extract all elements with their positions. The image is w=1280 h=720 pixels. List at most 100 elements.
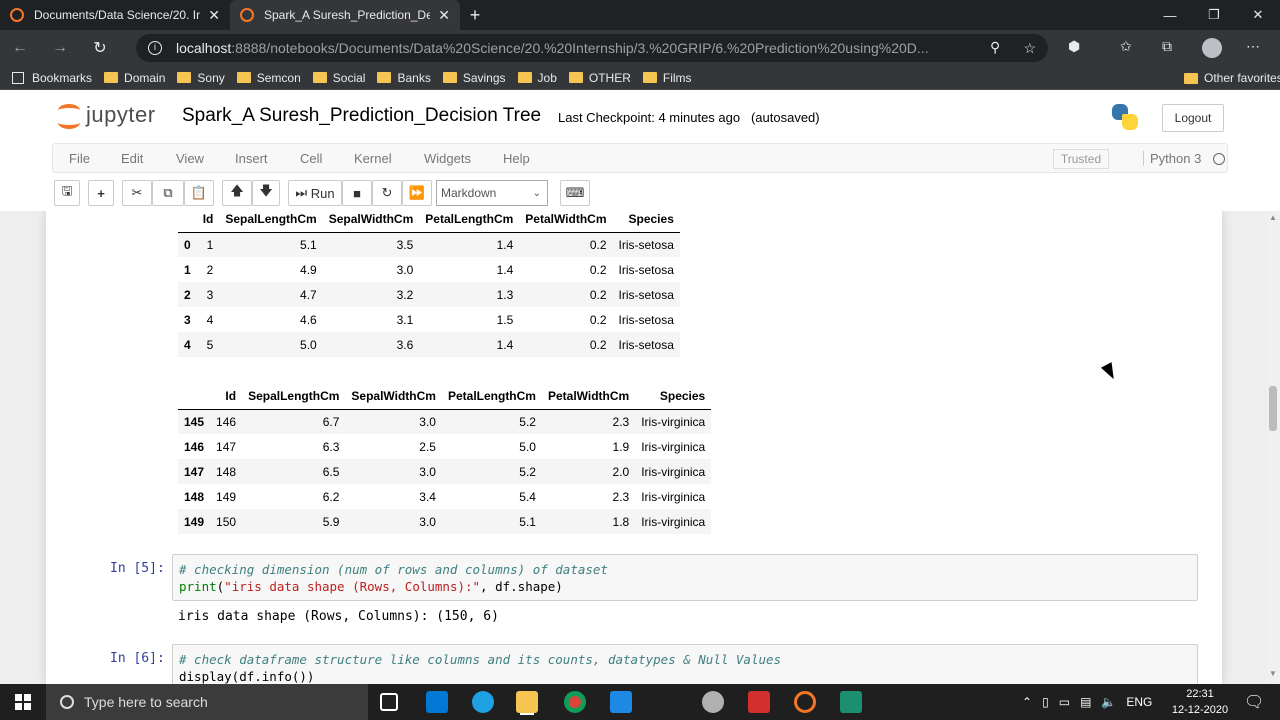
folder-icon [517, 72, 532, 83]
menu-edit[interactable]: Edit [121, 151, 143, 166]
trusted-badge[interactable]: Trusted [1053, 149, 1109, 169]
reload-icon[interactable]: ↻ [80, 38, 120, 58]
scroll-down-icon[interactable]: ▼ [1269, 669, 1277, 678]
bookmark-other[interactable]: OTHER [568, 71, 631, 85]
tablet-icon[interactable]: ▯ [1042, 695, 1049, 709]
bookmark-domain[interactable]: Domain [104, 71, 165, 85]
app-icon[interactable] [748, 691, 770, 713]
chevron-up-icon[interactable]: ⌃ [1022, 695, 1032, 709]
notebook-name[interactable]: Spark_A Suresh_Prediction_Decision Tree [182, 105, 541, 127]
url-field[interactable]: i localhost:8888/notebooks/Documents/Dat… [136, 34, 1048, 62]
bookmark-other-favorites[interactable]: Other favorites [1184, 66, 1280, 90]
cell-prompt: In [6]: [110, 651, 165, 666]
table-row: 0 1 5.1 3.5 1.4 0.2 Iris-setosa [178, 232, 680, 257]
menu-view[interactable]: View [176, 151, 204, 166]
favorite-star-icon[interactable]: ☆ [1023, 40, 1036, 57]
battery-icon[interactable]: ▭ [1059, 695, 1070, 709]
stop-icon[interactable]: ■ [342, 180, 372, 206]
paste-icon[interactable]: 📋 [184, 180, 214, 206]
menu-cell[interactable]: Cell [300, 151, 322, 166]
menu-kernel[interactable]: Kernel [354, 151, 392, 166]
language-indicator[interactable]: ENG [1126, 695, 1152, 709]
maximize-icon[interactable]: ❐ [1192, 0, 1236, 30]
save-icon[interactable]: 🖫 [54, 180, 80, 206]
logout-button[interactable]: Logout [1162, 104, 1224, 132]
anaconda-icon[interactable] [840, 691, 862, 713]
restart-icon[interactable]: ↻ [372, 180, 402, 206]
menu-file[interactable]: File [69, 151, 90, 166]
column-header: SepalLengthCm [248, 389, 340, 404]
jupyter-favicon-icon [10, 8, 24, 22]
command-palette-icon[interactable]: ⌨ [560, 180, 590, 206]
profile-avatar[interactable] [1202, 38, 1222, 58]
file-explorer-icon[interactable] [516, 691, 538, 713]
edge-icon[interactable] [472, 691, 494, 713]
table-row: 145 146 6.7 3.0 5.2 2.3 Iris-virginica [178, 409, 712, 434]
menu-insert[interactable]: Insert [235, 151, 268, 166]
browser-tab-1[interactable]: Documents/Data Science/20. Inte ✕ [0, 0, 230, 30]
scroll-up-icon[interactable]: ▲ [1269, 213, 1277, 222]
bookmarks-bar: Bookmarks Domain Sony Semcon Social Bank… [0, 66, 1280, 90]
menu-bar: File Edit View Insert Cell Kernel Widget… [52, 143, 1228, 173]
task-view-icon[interactable] [380, 693, 398, 711]
table-row: 4 5 5.0 3.6 1.4 0.2 Iris-setosa [178, 332, 680, 357]
python-logo-icon [1110, 102, 1140, 132]
move-up-icon[interactable]: 🡅 [222, 180, 252, 206]
calculator-icon[interactable] [610, 691, 632, 713]
taskbar-clock[interactable]: 22:31 12-12-2020 [1170, 686, 1230, 718]
taskbar-search-input[interactable]: Type here to search [46, 684, 368, 720]
notifications-icon[interactable]: 🗨 [1244, 684, 1264, 720]
bookmark-semcon[interactable]: Semcon [236, 71, 301, 85]
cell-type-select[interactable]: Markdown ⌄ [436, 180, 548, 206]
browser-tab-2[interactable]: Spark_A Suresh_Prediction_Decis ✕ [230, 0, 460, 30]
folder-icon [177, 72, 192, 83]
folder-icon [104, 72, 119, 83]
app-icon[interactable] [702, 691, 724, 713]
zoom-icon[interactable]: ⚲ [990, 39, 1000, 56]
code-cell[interactable]: # checking dimension (num of rows and co… [172, 554, 1198, 601]
insert-cell-icon[interactable]: + [88, 180, 114, 206]
close-icon[interactable]: ✕ [438, 7, 450, 24]
menu-help[interactable]: Help [503, 151, 530, 166]
page-scrollbar[interactable]: ▲ ▼ [1266, 211, 1280, 684]
copy-icon[interactable]: ⧉ [152, 180, 184, 206]
shield-icon[interactable]: ⬢ [1068, 38, 1080, 55]
column-header: Id [225, 389, 237, 404]
bookmark-savings[interactable]: Savings [442, 71, 506, 85]
chrome-icon[interactable] [564, 691, 586, 713]
jupyter-logo[interactable]: jupyter [58, 102, 156, 129]
collections-icon[interactable]: ⧉ [1162, 38, 1172, 55]
close-window-icon[interactable]: ✕ [1236, 0, 1280, 30]
jupyter-taskbar-icon[interactable] [794, 691, 816, 713]
network-icon[interactable]: ▤ [1080, 695, 1091, 709]
menu-widgets[interactable]: Widgets [424, 151, 471, 166]
windows-start-icon[interactable] [0, 684, 46, 720]
notebook-area: Id SepalLengthCm SepalWidthCm PetalLengt… [0, 211, 1266, 684]
cut-icon[interactable]: ✂ [122, 180, 152, 206]
close-icon[interactable]: ✕ [208, 7, 220, 24]
bookmark-job[interactable]: Job [517, 71, 557, 85]
bookmark-social[interactable]: Social [312, 71, 365, 85]
run-button[interactable]: ⏭ Run [288, 180, 342, 206]
new-tab-icon[interactable]: + [460, 0, 490, 30]
code-cell[interactable]: # check dataframe structure like columns… [172, 644, 1198, 684]
folder-icon [236, 72, 251, 83]
favorites-icon[interactable]: ✩ [1120, 38, 1132, 55]
scroll-thumb[interactable] [1269, 386, 1277, 431]
more-icon[interactable]: ⋯ [1246, 38, 1260, 55]
windows-taskbar: Type here to search ⌃ ▯ ▭ ▤ 🔈 ENG 22:31 … [0, 684, 1280, 720]
info-icon[interactable]: i [148, 41, 162, 55]
bookmark-films[interactable]: Films [642, 71, 692, 85]
store-icon[interactable] [426, 691, 448, 713]
forward-icon[interactable]: → [40, 39, 80, 57]
bookmark-banks[interactable]: Banks [377, 71, 431, 85]
back-icon[interactable]: ← [0, 39, 40, 57]
minimize-icon[interactable]: — [1148, 0, 1192, 30]
volume-icon[interactable]: 🔈 [1101, 695, 1116, 709]
bookmark-bookmarks[interactable]: Bookmarks [12, 71, 92, 85]
move-down-icon[interactable]: 🡇 [252, 180, 280, 206]
bookmark-sony[interactable]: Sony [177, 71, 225, 85]
url-path: :8888/notebooks/Documents/Data%20Science… [231, 40, 929, 56]
restart-run-all-icon[interactable]: ⏩ [402, 180, 432, 206]
table-row: 3 4 4.6 3.1 1.5 0.2 Iris-setosa [184, 312, 674, 327]
